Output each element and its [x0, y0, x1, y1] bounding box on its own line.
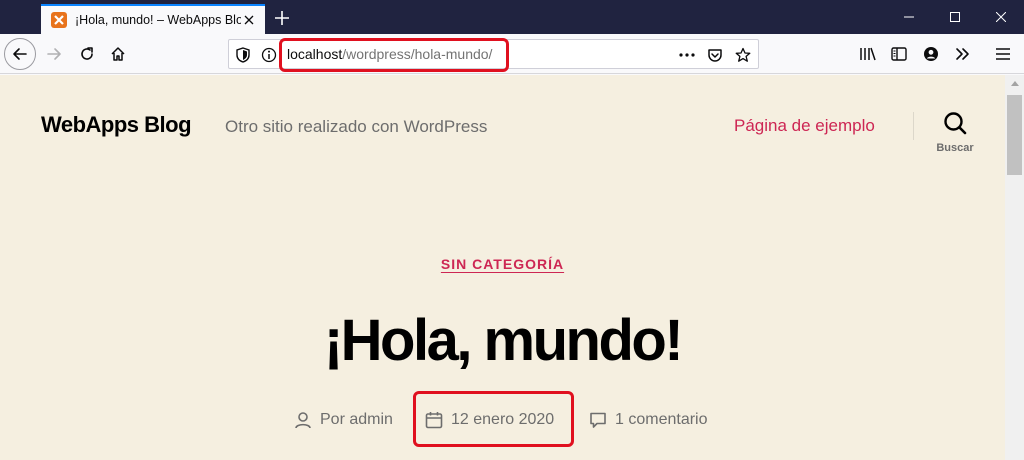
post-comments: 1 comentario — [589, 409, 708, 431]
comments-link[interactable]: 1 comentario — [615, 411, 708, 429]
url-text[interactable]: localhost/wordpress/hola-mundo/ — [287, 46, 492, 62]
home-icon — [111, 47, 125, 61]
window-titlebar: ¡Hola, mundo! – WebApps Blog — [0, 0, 1024, 34]
shield-icon[interactable] — [235, 47, 251, 63]
maximize-button[interactable] — [932, 0, 978, 34]
search-icon — [944, 112, 967, 135]
author-link[interactable]: Por admin — [320, 411, 393, 429]
header-divider — [913, 112, 914, 140]
back-button[interactable] — [4, 38, 36, 70]
page-actions-menu-icon[interactable] — [679, 47, 695, 63]
tab-title: ¡Hola, mundo! – WebApps Blog — [75, 13, 241, 27]
page-content: WebApps Blog Otro sitio realizado con Wo… — [0, 75, 1005, 460]
info-icon[interactable] — [261, 47, 277, 63]
scroll-up-arrow-icon[interactable] — [1005, 75, 1024, 92]
user-icon — [295, 412, 311, 429]
search-label: Buscar — [936, 142, 974, 154]
home-button[interactable] — [102, 38, 134, 70]
reload-icon — [81, 47, 93, 60]
close-tab-icon[interactable] — [241, 12, 257, 28]
category-link[interactable]: SIN CATEGORÍA — [441, 256, 564, 272]
page-scrollbar[interactable] — [1005, 75, 1024, 460]
browser-tab[interactable]: ¡Hola, mundo! – WebApps Blog — [41, 4, 265, 34]
address-bar[interactable]: localhost/wordpress/hola-mundo/ — [228, 39, 759, 69]
overflow-chevron-icon[interactable] — [951, 42, 975, 66]
site-title[interactable]: WebApps Blog — [41, 112, 192, 138]
comment-icon — [590, 412, 606, 428]
menu-item-sample-page[interactable]: Página de ejemplo — [734, 116, 875, 136]
reload-button[interactable] — [71, 38, 103, 70]
library-icon[interactable] — [856, 42, 880, 66]
bookmark-star-icon[interactable] — [735, 47, 751, 63]
arrow-left-icon — [13, 48, 27, 60]
new-tab-button[interactable] — [272, 8, 292, 28]
close-window-button[interactable] — [978, 0, 1024, 34]
post-title: ¡Hola, mundo! — [323, 308, 684, 373]
post-date: 12 enero 2020 — [425, 409, 554, 431]
forward-button[interactable] — [38, 38, 70, 70]
navigation-toolbar: localhost/wordpress/hola-mundo/ — [0, 34, 1024, 74]
minimize-button[interactable] — [886, 0, 932, 34]
post-author: Por admin — [294, 409, 393, 431]
url-path: /wordpress/hola-mundo/ — [342, 46, 493, 62]
url-host: localhost — [287, 46, 343, 62]
account-icon[interactable] — [919, 42, 943, 66]
xampp-icon — [51, 12, 67, 28]
calendar-icon — [425, 412, 443, 429]
search-toggle-button[interactable]: Buscar — [930, 111, 980, 161]
pocket-icon[interactable] — [707, 47, 723, 63]
post-category: SIN CATEGORÍA — [0, 256, 1005, 274]
sidebar-toggle-icon[interactable] — [887, 42, 911, 66]
hamburger-menu-icon[interactable] — [991, 42, 1015, 66]
date-link[interactable]: 12 enero 2020 — [451, 411, 554, 429]
site-description: Otro sitio realizado con WordPress — [225, 117, 488, 136]
arrow-right-icon — [47, 48, 61, 60]
scrollbar-thumb[interactable] — [1007, 95, 1022, 175]
